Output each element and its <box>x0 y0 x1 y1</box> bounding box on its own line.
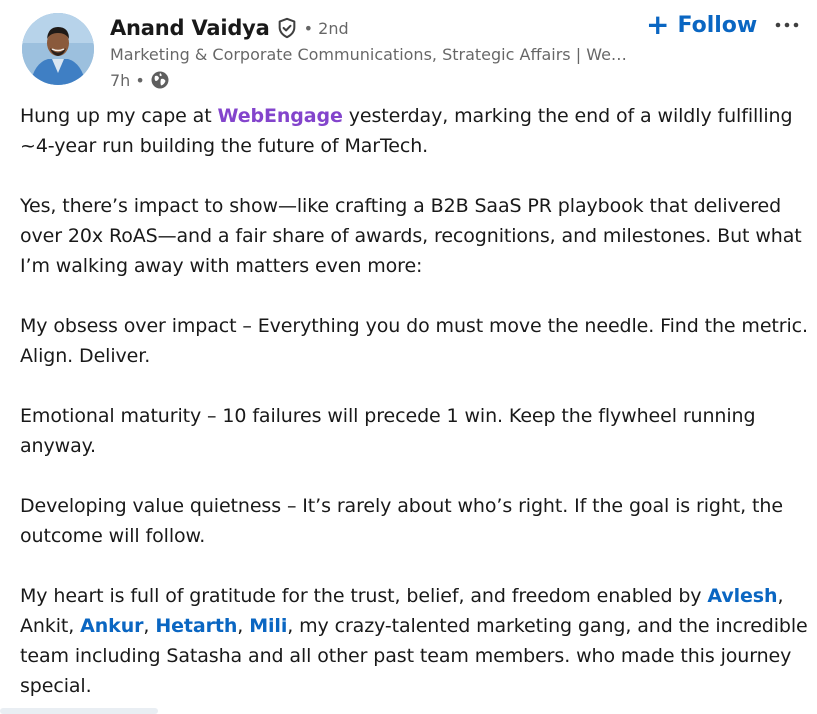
paragraph-impact: Yes, there’s impact to show—like craftin… <box>20 195 802 277</box>
avatar[interactable] <box>22 13 94 85</box>
paragraph-lesson-3: Developing value quietness – It’s rarely… <box>20 495 783 547</box>
mention-hetarth[interactable]: Hetarth <box>155 615 237 637</box>
author-headline[interactable]: Marketing & Corporate Communications, St… <box>110 45 635 65</box>
paragraph-lesson-2: Emotional maturity – 10 failures will pr… <box>20 405 756 457</box>
paragraph-intro: Hung up my cape at WebEngage yesterday, … <box>20 101 810 161</box>
author-name[interactable]: Anand Vaidya <box>110 16 270 40</box>
globe-icon <box>150 70 170 90</box>
text-span: My heart is full of gratitude for the tr… <box>20 585 708 607</box>
scroll-edge <box>0 708 158 714</box>
verified-shield-icon <box>276 17 298 39</box>
ellipsis-icon <box>775 22 799 28</box>
mention-avlesh[interactable]: Avlesh <box>707 585 777 607</box>
post-meta: 7h • <box>110 69 640 91</box>
company-mention-webengage[interactable]: WebEngage <box>218 105 343 127</box>
name-row: Anand Vaidya • 2nd <box>110 12 640 44</box>
text-span: Hung up my cape at <box>20 105 218 127</box>
connection-degree: • 2nd <box>303 18 349 38</box>
post-text: Hung up my cape at WebEngage yesterday, … <box>20 101 810 701</box>
follow-label: Follow <box>677 12 758 38</box>
post-time: 7h • <box>110 70 145 90</box>
more-options-button[interactable] <box>770 10 804 40</box>
profile-photo <box>22 13 94 85</box>
feed-post: Anand Vaidya • 2nd Marketing & Corporate… <box>0 0 817 714</box>
mention-mili[interactable]: Mili <box>249 615 287 637</box>
text-span: , <box>143 615 156 637</box>
paragraph-lesson-1: My obsess over impact – Everything you d… <box>20 315 808 367</box>
paragraph-gratitude: My heart is full of gratitude for the tr… <box>20 581 810 701</box>
mention-ankur[interactable]: Ankur <box>80 615 143 637</box>
follow-button[interactable]: + Follow <box>640 8 763 42</box>
post-header: Anand Vaidya • 2nd Marketing & Corporate… <box>110 12 640 91</box>
text-span: , <box>237 615 250 637</box>
plus-icon: + <box>646 8 670 41</box>
